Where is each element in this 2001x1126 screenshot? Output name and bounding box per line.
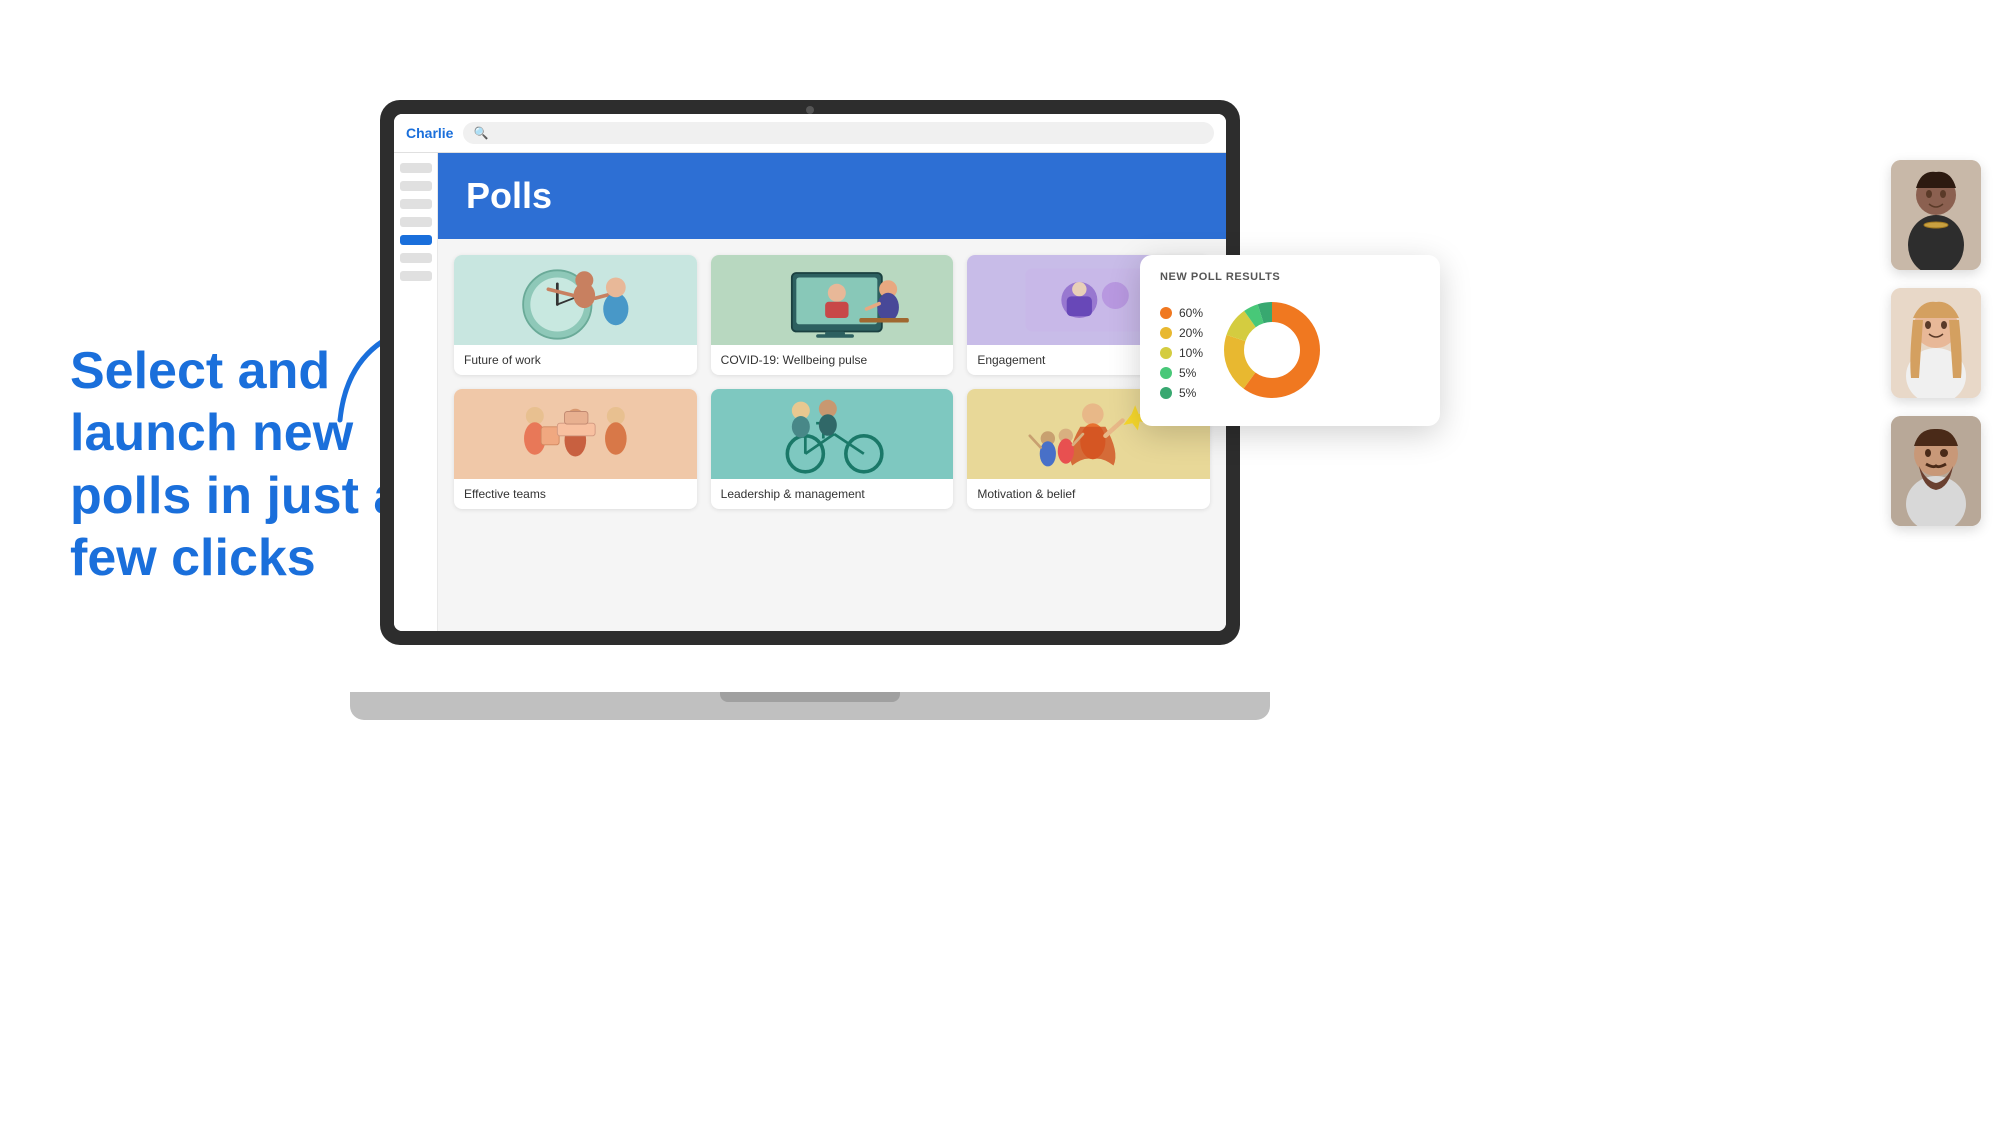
poll-card-covid[interactable]: COVID-19: Wellbeing pulse <box>711 255 954 375</box>
card-label-effective-teams: Effective teams <box>454 479 697 509</box>
legend-item-2: 20% <box>1160 326 1203 340</box>
laptop-wrapper: Charlie 🔍 <box>380 100 1280 720</box>
legend-dot-4 <box>1160 367 1172 379</box>
screen-topbar: Charlie 🔍 <box>394 114 1226 153</box>
card-image-effective-teams <box>454 389 697 479</box>
laptop-body: Charlie 🔍 <box>380 100 1240 645</box>
sidebar <box>394 153 438 631</box>
legend-value-4: 5% <box>1179 366 1196 380</box>
legend-item-5: 5% <box>1160 386 1203 400</box>
screen-body: Polls <box>394 153 1226 631</box>
poll-card-leadership[interactable]: Leadership & management <box>711 389 954 509</box>
laptop-screen: Charlie 🔍 <box>394 114 1226 631</box>
legend-dot-1 <box>1160 307 1172 319</box>
profile-pic-1 <box>1891 160 1981 270</box>
search-bar[interactable]: 🔍 <box>463 122 1214 144</box>
sidebar-item-2[interactable] <box>400 181 432 191</box>
laptop-notch <box>806 106 814 114</box>
poll-card-future-of-work[interactable]: Future of work <box>454 255 697 375</box>
app-name: Charlie <box>406 125 453 141</box>
search-icon: 🔍 <box>473 126 488 140</box>
popup-title: NEW POLL RESULTS <box>1160 271 1420 283</box>
legend-dot-5 <box>1160 387 1172 399</box>
legend-value-1: 60% <box>1179 306 1203 320</box>
legend-dot-2 <box>1160 327 1172 339</box>
legend-value-3: 10% <box>1179 346 1203 360</box>
profile-person-3 <box>1891 416 1981 526</box>
main-content: Polls <box>438 153 1226 631</box>
sidebar-item-7[interactable] <box>400 271 432 281</box>
card-label-covid: COVID-19: Wellbeing pulse <box>711 345 954 375</box>
poll-card-effective-teams[interactable]: Effective teams <box>454 389 697 509</box>
sidebar-item-4[interactable] <box>400 217 432 227</box>
polls-title: Polls <box>466 175 1198 217</box>
card-label-motivation: Motivation & belief <box>967 479 1210 509</box>
sidebar-item-1[interactable] <box>400 163 432 173</box>
legend-value-2: 20% <box>1179 326 1203 340</box>
profile-pic-3 <box>1891 416 1981 526</box>
poll-results-popup: NEW POLL RESULTS 60% 20% 10% 5% <box>1140 255 1440 426</box>
card-image-covid <box>711 255 954 345</box>
legend-item-4: 5% <box>1160 366 1203 380</box>
legend-value-5: 5% <box>1179 386 1196 400</box>
popup-content: 60% 20% 10% 5% 5% <box>1160 295 1420 410</box>
legend-dot-3 <box>1160 347 1172 359</box>
donut-chart <box>1217 295 1327 410</box>
card-image-leadership <box>711 389 954 479</box>
legend-item-3: 10% <box>1160 346 1203 360</box>
card-label-future-of-work: Future of work <box>454 345 697 375</box>
sidebar-item-3[interactable] <box>400 199 432 209</box>
cards-grid: Future of work <box>438 255 1226 525</box>
legend-item-1: 60% <box>1160 306 1203 320</box>
profile-pic-2 <box>1891 288 1981 398</box>
card-label-leadership: Leadership & management <box>711 479 954 509</box>
legend: 60% 20% 10% 5% 5% <box>1160 306 1203 400</box>
card-image-future-of-work <box>454 255 697 345</box>
polls-header: Polls <box>438 153 1226 239</box>
sidebar-item-5-active[interactable] <box>400 235 432 245</box>
sidebar-item-6[interactable] <box>400 253 432 263</box>
profile-column <box>1891 160 1981 526</box>
profile-person-1 <box>1891 160 1981 270</box>
laptop-base <box>350 692 1270 720</box>
profile-person-2 <box>1891 288 1981 398</box>
